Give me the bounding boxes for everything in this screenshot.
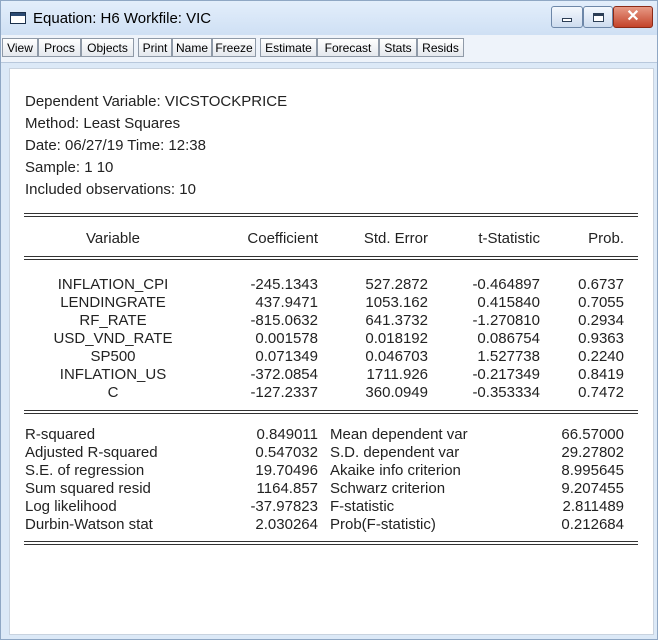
- prob-value: 0.9363: [578, 330, 624, 347]
- std-error-value: 1711.926: [366, 366, 428, 383]
- stat-label: Sum squared resid: [25, 480, 151, 497]
- prob-value: 0.8419: [578, 366, 624, 383]
- print-button[interactable]: Print: [138, 38, 172, 57]
- divider: [24, 410, 638, 414]
- std-error-value: 641.3732: [365, 312, 428, 329]
- std-error-value: 360.0949: [365, 384, 428, 401]
- stat-value: 29.27802: [561, 444, 624, 461]
- view-button[interactable]: View: [2, 38, 38, 57]
- divider: [24, 213, 638, 217]
- col-header-prob: Prob.: [588, 230, 624, 247]
- minimize-button[interactable]: [551, 6, 583, 28]
- coefficient-value: -127.2337: [250, 384, 318, 401]
- t-statistic-value: -0.217349: [472, 366, 540, 383]
- stat-label: R-squared: [25, 426, 96, 443]
- window-title: Equation: H6 Workfile: VIC: [33, 10, 212, 27]
- divider: [24, 541, 638, 545]
- objects-button[interactable]: Objects: [81, 38, 134, 57]
- variable-name: INFLATION_CPI: [57, 276, 169, 293]
- stat-label: S.E. of regression: [25, 462, 145, 479]
- coefficient-value: 0.071349: [255, 348, 318, 365]
- col-header-std-error: Std. Error: [363, 230, 428, 247]
- coefficient-value: -815.0632: [250, 312, 318, 329]
- col-header-t-statistic: t-Statistic: [478, 230, 540, 247]
- variable-name: LENDINGRATE: [60, 294, 166, 311]
- stat-value: 0.547032: [255, 444, 318, 461]
- divider: [24, 256, 638, 260]
- variable-name: SP500: [90, 348, 136, 365]
- std-error-value: 0.018192: [365, 330, 428, 347]
- estimation-header: Dependent Variable: VICSTOCKPRICE Method…: [25, 91, 287, 201]
- col-header-coefficient: Coefficient: [247, 230, 318, 247]
- stat-label: Mean dependent var: [330, 426, 468, 443]
- variable-name: INFLATION_US: [59, 366, 167, 383]
- variable-name: USD_VND_RATE: [53, 330, 173, 347]
- stat-value: 1164.857: [256, 480, 318, 497]
- stat-label: Prob(F-statistic): [330, 516, 436, 533]
- stat-value: 19.70496: [255, 462, 318, 479]
- stat-label: Durbin-Watson stat: [25, 516, 153, 533]
- toolbar: View Procs Objects Print Name Freeze Est…: [1, 35, 657, 63]
- t-statistic-value: -0.464897: [472, 276, 540, 293]
- window-icon: [10, 12, 26, 24]
- date-time: Date: 06/27/19 Time: 12:38: [25, 137, 206, 154]
- prob-value: 0.6737: [578, 276, 624, 293]
- coefficient-value: 0.001578: [255, 330, 318, 347]
- close-icon: ✕: [626, 8, 640, 25]
- stat-label: Log likelihood: [25, 498, 117, 515]
- coefficient-value: 437.9471: [255, 294, 318, 311]
- included-observations: Included observations: 10: [25, 181, 196, 198]
- resids-button[interactable]: Resids: [417, 38, 464, 57]
- maximize-button[interactable]: [583, 6, 613, 28]
- variable-name: C: [107, 384, 119, 401]
- std-error-value: 527.2872: [365, 276, 428, 293]
- t-statistic-value: 0.415840: [477, 294, 540, 311]
- stat-label: F-statistic: [330, 498, 395, 515]
- stat-label: S.D. dependent var: [330, 444, 460, 461]
- freeze-button[interactable]: Freeze: [212, 38, 256, 57]
- stat-value: 2.030264: [255, 516, 318, 533]
- std-error-value: 0.046703: [365, 348, 428, 365]
- prob-value: 0.7055: [578, 294, 624, 311]
- forecast-button[interactable]: Forecast: [317, 38, 379, 57]
- coefficient-value: -372.0854: [250, 366, 318, 383]
- sample: Sample: 1 10: [25, 159, 114, 176]
- t-statistic-value: -1.270810: [472, 312, 540, 329]
- procs-button[interactable]: Procs: [38, 38, 81, 57]
- method: Method: Least Squares: [25, 115, 181, 132]
- col-header-variable: Variable: [86, 230, 140, 247]
- close-button[interactable]: ✕: [613, 6, 653, 28]
- estimate-button[interactable]: Estimate: [260, 38, 317, 57]
- stat-label: Akaike info criterion: [330, 462, 461, 479]
- prob-value: 0.2240: [578, 348, 624, 365]
- coefficient-value: -245.1343: [250, 276, 318, 293]
- maximize-icon: [592, 12, 604, 22]
- stat-value: 66.57000: [561, 426, 624, 443]
- t-statistic-value: 0.086754: [477, 330, 540, 347]
- t-statistic-value: -0.353334: [472, 384, 540, 401]
- stat-value: -37.97823: [250, 498, 318, 515]
- dependent-variable: Dependent Variable: VICSTOCKPRICE: [25, 93, 288, 110]
- stat-value: 0.212684: [561, 516, 624, 533]
- t-statistic-value: 1.527738: [477, 348, 540, 365]
- equation-window: Equation: H6 Workfile: VIC ✕ View Procs …: [0, 0, 658, 640]
- stat-value: 8.995645: [561, 462, 624, 479]
- prob-value: 0.7472: [578, 384, 624, 401]
- stat-label: Schwarz criterion: [330, 480, 446, 497]
- stats-button[interactable]: Stats: [379, 38, 417, 57]
- std-error-value: 1053.162: [365, 294, 428, 311]
- name-button[interactable]: Name: [172, 38, 212, 57]
- title-bar[interactable]: Equation: H6 Workfile: VIC ✕: [1, 1, 657, 35]
- output-pane[interactable]: Dependent Variable: VICSTOCKPRICE Method…: [9, 68, 654, 635]
- variable-name: RF_RATE: [79, 312, 147, 329]
- minimize-icon: [562, 18, 572, 22]
- stat-value: 9.207455: [561, 480, 624, 497]
- stat-value: 0.849011: [256, 426, 318, 443]
- stat-value: 2.811489: [562, 498, 624, 515]
- prob-value: 0.2934: [578, 312, 624, 329]
- stat-label: Adjusted R-squared: [25, 444, 158, 461]
